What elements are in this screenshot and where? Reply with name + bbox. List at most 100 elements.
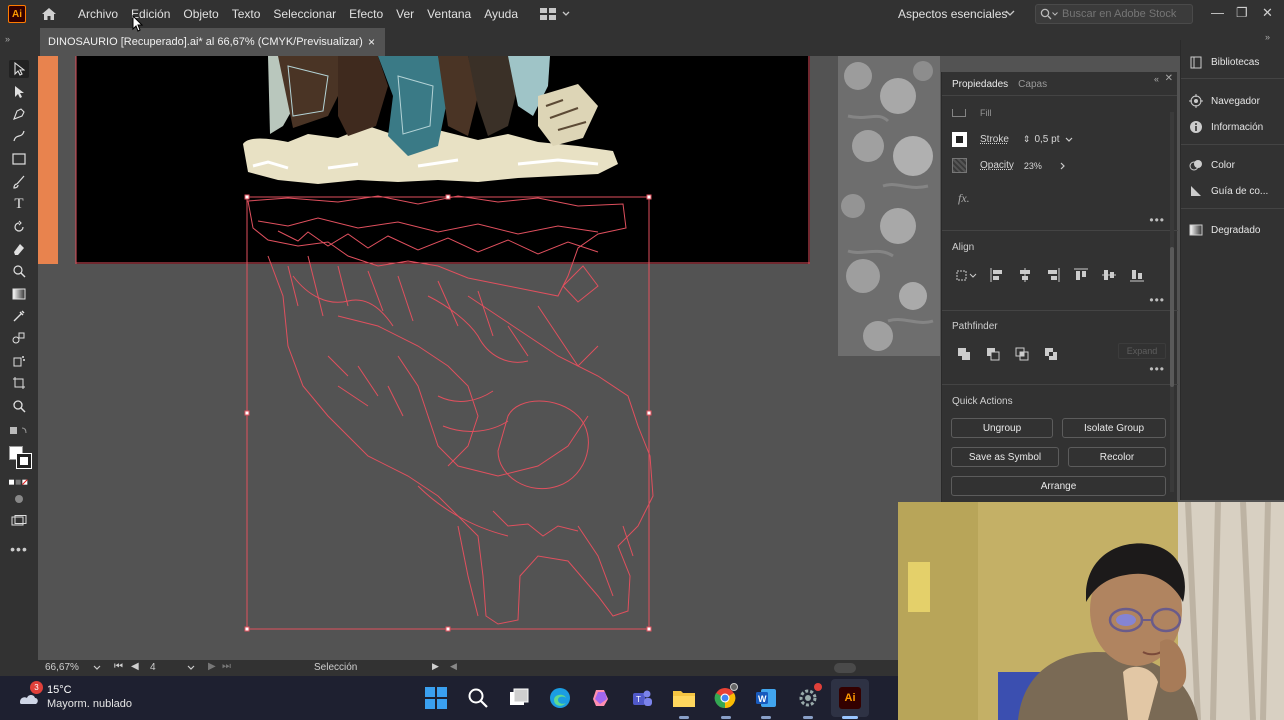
opacity-value[interactable]: 23% bbox=[1024, 161, 1060, 171]
unite-icon[interactable] bbox=[957, 347, 971, 361]
curvature-tool-icon[interactable] bbox=[9, 127, 29, 145]
eyedropper-tool-icon[interactable] bbox=[9, 307, 29, 325]
menu-texto[interactable]: Texto bbox=[232, 7, 261, 21]
weather-icon[interactable]: 3 bbox=[16, 681, 43, 710]
close-icon[interactable]: ✕ bbox=[1262, 5, 1273, 21]
paintbrush-tool-icon[interactable] bbox=[9, 173, 29, 191]
stock-search[interactable] bbox=[1035, 4, 1193, 24]
fx-icon[interactable]: fx. bbox=[958, 191, 970, 206]
appearance-more-icon[interactable]: ••• bbox=[1149, 213, 1165, 227]
canvas-area[interactable] bbox=[38, 56, 940, 660]
panel-degradado[interactable]: Degradado bbox=[1189, 223, 1260, 237]
symbol-sprayer-tool-icon[interactable] bbox=[9, 352, 29, 370]
document-tab[interactable]: DINOSAURIO [Recuperado].ai* al 66,67% (C… bbox=[40, 28, 385, 56]
minimize-icon[interactable]: — bbox=[1211, 5, 1224, 20]
search-icon[interactable] bbox=[467, 687, 489, 709]
horizontal-scrollbar-thumb[interactable] bbox=[834, 663, 856, 673]
status-menu-icon[interactable]: ▶ bbox=[432, 661, 439, 672]
gradient-tool-icon[interactable] bbox=[9, 285, 29, 303]
tab-capas[interactable]: Capas bbox=[1016, 79, 1055, 95]
task-view-icon[interactable] bbox=[508, 687, 530, 709]
exclude-icon[interactable] bbox=[1044, 347, 1058, 361]
intersect-icon[interactable] bbox=[1015, 347, 1029, 361]
panel-navegador[interactable]: Navegador bbox=[1189, 94, 1260, 108]
chevron-down-icon[interactable] bbox=[1005, 6, 1015, 20]
more-tools-icon[interactable]: ••• bbox=[9, 540, 29, 558]
menu-ventana[interactable]: Ventana bbox=[427, 7, 471, 21]
draw-mode-icon[interactable] bbox=[9, 490, 29, 508]
zoom-tool-icon[interactable] bbox=[9, 397, 29, 415]
panel-guia-de-color[interactable]: Guía de co... bbox=[1189, 184, 1268, 198]
align-right-icon[interactable] bbox=[1046, 268, 1060, 282]
artboard-tool-icon[interactable] bbox=[9, 374, 29, 392]
word-icon[interactable]: W bbox=[755, 687, 777, 709]
zoom-level[interactable]: 66,67% bbox=[45, 662, 79, 673]
stroke-label[interactable]: Stroke bbox=[980, 134, 1009, 145]
chevron-right-icon[interactable] bbox=[1060, 162, 1066, 170]
isolate-group-button[interactable]: Isolate Group bbox=[1062, 418, 1166, 438]
illustrator-taskbar-icon[interactable]: Ai bbox=[839, 687, 861, 709]
menu-ayuda[interactable]: Ayuda bbox=[484, 7, 518, 21]
direct-selection-tool-icon[interactable] bbox=[9, 83, 29, 101]
weather-temperature[interactable]: 15°C bbox=[47, 684, 72, 696]
close-panel-icon[interactable]: ✕ bbox=[1165, 73, 1173, 84]
menu-efecto[interactable]: Efecto bbox=[349, 7, 383, 21]
minus-front-icon[interactable] bbox=[986, 347, 1000, 361]
home-icon[interactable] bbox=[38, 3, 60, 25]
chevron-down-icon[interactable] bbox=[93, 665, 101, 671]
recolor-button[interactable]: Recolor bbox=[1068, 447, 1166, 467]
type-tool-icon[interactable]: T bbox=[9, 195, 29, 213]
collapse-panel-icon[interactable]: « bbox=[1154, 74, 1159, 84]
blend-tool-icon[interactable] bbox=[9, 329, 29, 347]
copilot-icon[interactable] bbox=[590, 687, 612, 709]
menu-objeto[interactable]: Objeto bbox=[183, 7, 218, 21]
chevron-down-icon[interactable] bbox=[1065, 137, 1073, 143]
workspace-switcher[interactable]: Aspectos esenciales bbox=[898, 7, 1007, 21]
screen-mode-icon[interactable] bbox=[9, 512, 29, 530]
align-vertical-center-icon[interactable] bbox=[1102, 268, 1116, 282]
pen-tool-icon[interactable] bbox=[9, 105, 29, 123]
edge-browser-icon[interactable] bbox=[549, 687, 571, 709]
opacity-label[interactable]: Opacity bbox=[980, 160, 1014, 171]
menu-archivo[interactable]: Archivo bbox=[78, 7, 118, 21]
fill-swatch[interactable] bbox=[952, 109, 966, 117]
close-tab-icon[interactable]: × bbox=[368, 35, 375, 49]
teams-icon[interactable]: T bbox=[631, 687, 653, 709]
weather-description[interactable]: Mayorm. nublado bbox=[47, 698, 132, 710]
shape-builder-tool-icon[interactable] bbox=[9, 262, 29, 280]
restore-icon[interactable]: ❐ bbox=[1236, 5, 1248, 21]
collapse-arrows-icon[interactable]: » bbox=[5, 34, 10, 44]
last-artboard-icon[interactable]: ⏭ bbox=[222, 661, 231, 672]
rectangle-tool-icon[interactable] bbox=[9, 150, 29, 168]
align-horizontal-center-icon[interactable] bbox=[1018, 268, 1032, 282]
align-to-icon[interactable] bbox=[956, 268, 978, 282]
ungroup-button[interactable]: Ungroup bbox=[951, 418, 1053, 438]
panel-scrollbar[interactable] bbox=[1170, 112, 1174, 492]
swap-fill-stroke-icon[interactable] bbox=[9, 422, 29, 440]
next-artboard-icon[interactable]: ▶ bbox=[208, 661, 216, 672]
menu-seleccionar[interactable]: Seleccionar bbox=[273, 7, 336, 21]
chevron-down-icon[interactable] bbox=[187, 665, 195, 671]
align-top-icon[interactable] bbox=[1074, 268, 1088, 282]
align-more-icon[interactable]: ••• bbox=[1149, 293, 1165, 307]
panel-color[interactable]: Color bbox=[1189, 158, 1235, 172]
align-left-icon[interactable] bbox=[990, 268, 1004, 282]
tab-propiedades[interactable]: Propiedades bbox=[950, 79, 1016, 95]
expand-button[interactable]: Expand bbox=[1118, 343, 1166, 359]
pathfinder-more-icon[interactable]: ••• bbox=[1149, 362, 1165, 376]
menu-ver[interactable]: Ver bbox=[396, 7, 414, 21]
stroke-swatch[interactable] bbox=[952, 132, 967, 147]
previous-artboard-icon[interactable]: ◀ bbox=[131, 661, 139, 672]
save-as-symbol-button[interactable]: Save as Symbol bbox=[951, 447, 1059, 467]
panel-informacion[interactable]: Información bbox=[1189, 120, 1263, 134]
stroke-stepper-icon[interactable]: ⇕ bbox=[1023, 134, 1031, 145]
stock-search-input[interactable] bbox=[1062, 8, 1192, 20]
windows-start-icon[interactable] bbox=[425, 687, 447, 709]
selection-tool-icon[interactable] bbox=[9, 60, 29, 78]
arrange-documents-button[interactable] bbox=[540, 8, 570, 20]
fill-stroke-swatch[interactable] bbox=[9, 446, 33, 470]
scroll-left-icon[interactable]: ◀ bbox=[450, 661, 457, 672]
stroke-weight-value[interactable]: 0,5 pt bbox=[1034, 134, 1059, 145]
panel-bibliotecas[interactable]: Bibliotecas bbox=[1189, 55, 1259, 69]
rotate-tool-icon[interactable] bbox=[9, 218, 29, 236]
